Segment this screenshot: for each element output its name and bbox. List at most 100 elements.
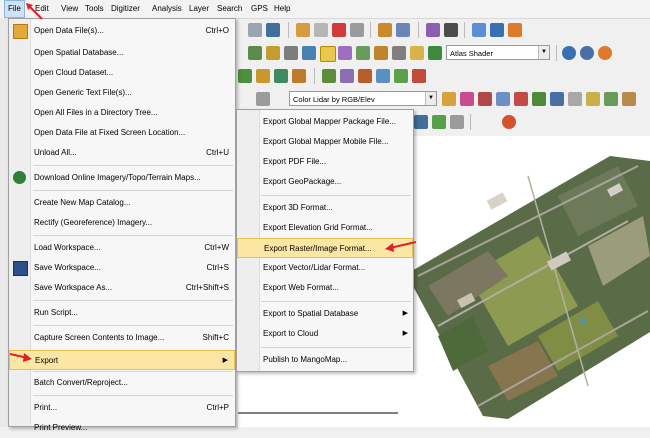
world-icon[interactable]: [490, 23, 504, 37]
submenu-item-export-vector-lidar[interactable]: Export Vector/Lidar Format...: [237, 258, 413, 278]
menu-item-print-preview[interactable]: Print Preview...: [9, 418, 235, 438]
building-icon[interactable]: [622, 92, 636, 106]
brush-yellow-icon[interactable]: [256, 69, 270, 83]
shader-select[interactable]: Atlas Shader ▼: [446, 45, 550, 60]
menu-item-unload-all[interactable]: Unload All... Ctrl+U: [9, 143, 235, 163]
edit-blue-icon[interactable]: [376, 69, 390, 83]
menu-item-run-script[interactable]: Run Script...: [9, 303, 235, 323]
pencil-icon[interactable]: [296, 23, 310, 37]
submenu-item-export-cloud[interactable]: Export to Cloud ▶: [237, 324, 413, 344]
edit-icon[interactable]: [350, 23, 364, 37]
redo-arrow-icon[interactable]: [414, 115, 428, 129]
menu-gps[interactable]: GPS: [248, 0, 271, 18]
classify-icon[interactable]: [586, 92, 600, 106]
contour-icon[interactable]: [338, 46, 352, 60]
menu-item-export[interactable]: Export ▶: [9, 350, 235, 370]
target-icon[interactable]: [340, 69, 354, 83]
select-icon[interactable]: [284, 46, 298, 60]
menu-item-download-online-imagery[interactable]: Download Online Imagery/Topo/Terrain Map…: [9, 168, 235, 188]
menu-item-save-workspace[interactable]: Save Workspace... Ctrl+S: [9, 258, 235, 278]
3d-view-icon[interactable]: [302, 46, 316, 60]
menu-item-load-workspace[interactable]: Load Workspace... Ctrl+W: [9, 238, 235, 258]
file-menu: Open Data File(s)... Ctrl+O Open Spatial…: [8, 18, 236, 432]
menu-item-open-spatial-database[interactable]: Open Spatial Database...: [9, 43, 235, 63]
edit-red-icon[interactable]: [358, 69, 372, 83]
shader-toggle-icon[interactable]: [320, 46, 336, 62]
submenu-item-publish-mangomap[interactable]: Publish to MangoMap...: [237, 350, 413, 370]
submenu-item-export-geopackage[interactable]: Export GeoPackage...: [237, 172, 413, 192]
menu-item-print[interactable]: Print... Ctrl+P: [9, 398, 235, 418]
menu-tools[interactable]: Tools: [82, 0, 107, 18]
filter-icon[interactable]: [442, 92, 456, 106]
menu-item-capture-screen[interactable]: Capture Screen Contents to Image... Shif…: [9, 328, 235, 348]
lidar-class-icon[interactable]: [460, 92, 474, 106]
eraser-icon[interactable]: [314, 23, 328, 37]
sun-icon[interactable]: [598, 46, 612, 60]
submenu-arrow-icon: ▶: [222, 357, 228, 364]
mountain-icon[interactable]: [428, 46, 442, 60]
submenu-item-export-web[interactable]: Export Web Format...: [237, 278, 413, 298]
menu-item-create-map-catalog[interactable]: Create New Map Catalog...: [9, 193, 235, 213]
digitize-icon[interactable]: [266, 46, 280, 60]
brush-green-icon[interactable]: [274, 69, 288, 83]
terrain-icon[interactable]: [356, 46, 370, 60]
submenu-arrow-icon: ▶: [402, 330, 408, 337]
menu-item-rectify-imagery[interactable]: Rectify (Georeference) Imagery...: [9, 213, 235, 233]
toolbar-row-3: [236, 65, 650, 87]
home-icon[interactable]: [266, 23, 280, 37]
submenu-item-export-elevation-grid[interactable]: Export Elevation Grid Format...: [237, 218, 413, 238]
globe-icon[interactable]: [472, 23, 486, 37]
menu-item-open-generic-text[interactable]: Open Generic Text File(s)...: [9, 83, 235, 103]
back-arrow-icon[interactable]: [248, 23, 262, 37]
globe-icon[interactable]: [562, 46, 576, 60]
brush-icon[interactable]: [238, 69, 252, 83]
info-icon[interactable]: [444, 23, 458, 37]
chevron-down-icon[interactable]: ▼: [538, 46, 549, 59]
menu-search[interactable]: Search: [214, 0, 245, 18]
menu-view[interactable]: View: [58, 0, 81, 18]
toolbar-row-1: [236, 19, 650, 41]
settings-small-icon[interactable]: [450, 115, 464, 129]
tree-icon[interactable]: [604, 92, 618, 106]
orange-circle-icon[interactable]: [508, 23, 522, 37]
menu-item-open-data-files[interactable]: Open Data File(s)... Ctrl+O: [9, 21, 235, 41]
chevron-down-icon[interactable]: ▼: [425, 92, 436, 105]
edit-green-icon[interactable]: [394, 69, 408, 83]
triangle-icon[interactable]: [568, 92, 582, 106]
lidar-profile-icon[interactable]: [550, 92, 564, 106]
pencil-tool-icon[interactable]: [378, 23, 392, 37]
lidar-edit-icon[interactable]: [532, 92, 546, 106]
ruler-icon[interactable]: [256, 92, 270, 106]
submenu-item-export-3d[interactable]: Export 3D Format...: [237, 198, 413, 218]
layer-control-icon[interactable]: [248, 46, 262, 60]
view-shed-icon[interactable]: [392, 46, 406, 60]
lidar-mesh-icon[interactable]: [496, 92, 510, 106]
lidar-search-icon[interactable]: [514, 92, 528, 106]
menu-help[interactable]: Help: [271, 0, 293, 18]
menu-item-save-workspace-as[interactable]: Save Workspace As... Ctrl+Shift+S: [9, 278, 235, 298]
menu-layer[interactable]: Layer: [186, 0, 212, 18]
menu-item-open-directory-tree[interactable]: Open All Files in a Directory Tree...: [9, 103, 235, 123]
table-icon[interactable]: [396, 23, 410, 37]
submenu-item-export-gm-package[interactable]: Export Global Mapper Package File...: [237, 112, 413, 132]
measure-icon[interactable]: [426, 23, 440, 37]
submenu-item-export-spatial-database[interactable]: Export to Spatial Database ▶: [237, 304, 413, 324]
menu-item-open-fixed-location[interactable]: Open Data File at Fixed Screen Location.…: [9, 123, 235, 143]
gear-icon[interactable]: [580, 46, 594, 60]
color-wheel-icon[interactable]: [502, 115, 516, 129]
menu-digitizer[interactable]: Digitizer: [108, 0, 143, 18]
lidar-select-icon[interactable]: [478, 92, 492, 106]
submenu-item-export-pdf[interactable]: Export PDF File...: [237, 152, 413, 172]
pencil-orange-icon[interactable]: [292, 69, 306, 83]
submenu-item-export-gm-mobile[interactable]: Export Global Mapper Mobile File...: [237, 132, 413, 152]
path-profile-icon[interactable]: [374, 46, 388, 60]
add-layer-icon[interactable]: [432, 115, 446, 129]
brush-red-icon[interactable]: [412, 69, 426, 83]
menu-item-open-cloud-dataset[interactable]: Open Cloud Dataset...: [9, 63, 235, 83]
menu-item-batch-convert[interactable]: Batch Convert/Reproject...: [9, 373, 235, 393]
menu-analysis[interactable]: Analysis: [149, 0, 185, 18]
lidar-color-select[interactable]: Color Lidar by RGB/Elev ▼: [289, 91, 437, 106]
brush-icon[interactable]: [322, 69, 336, 83]
elevation-icon[interactable]: [410, 46, 424, 60]
delete-x-icon[interactable]: [332, 23, 346, 37]
